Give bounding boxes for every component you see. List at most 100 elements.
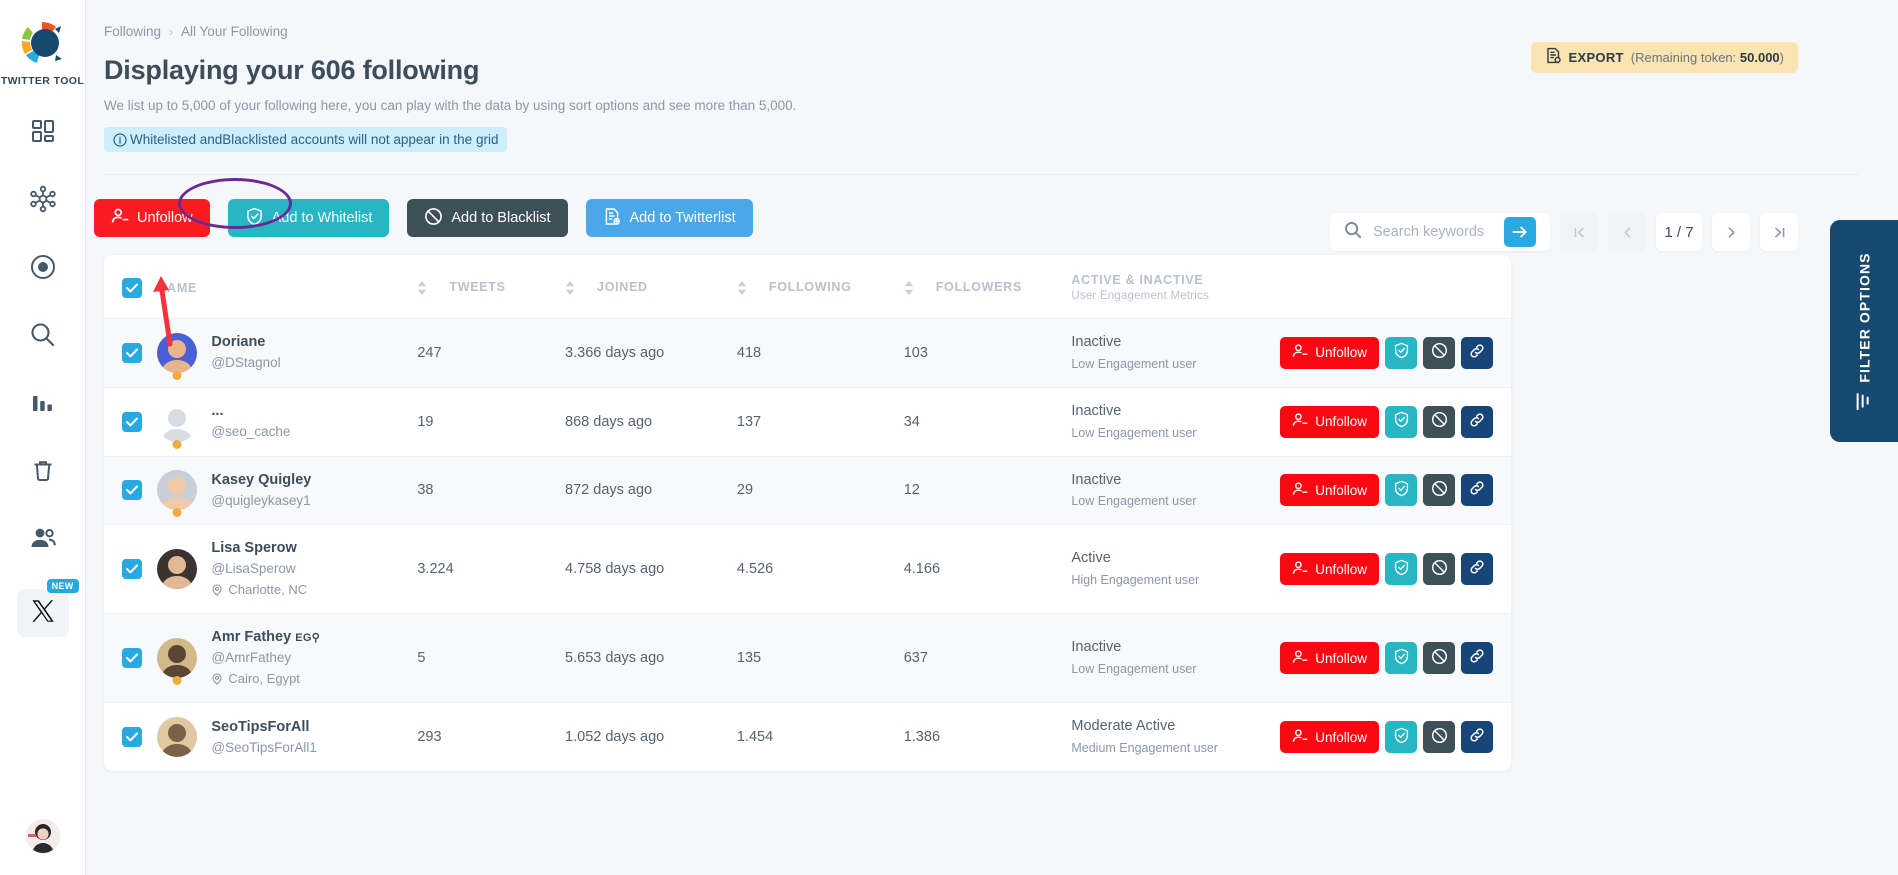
pagination-current-page: 1 / 7 — [1656, 213, 1702, 251]
row-add-whitelist-button[interactable] — [1385, 474, 1417, 507]
row-unfollow-button[interactable]: Unfollow — [1280, 553, 1379, 586]
row-add-whitelist-button[interactable] — [1385, 405, 1417, 438]
avatar[interactable] — [157, 470, 198, 511]
bulk-unfollow-button[interactable]: Unfollow — [94, 199, 210, 237]
row-following: 137 — [736, 413, 762, 430]
status-dot — [172, 508, 182, 518]
avatar[interactable] — [157, 401, 198, 442]
row-unfollow-button[interactable]: Unfollow — [1280, 405, 1379, 438]
row-add-blacklist-button[interactable] — [1423, 553, 1455, 586]
export-button[interactable]: EXPORT (Remaining token: 50.000) — [1530, 42, 1798, 73]
row-checkbox[interactable] — [122, 648, 142, 669]
row-add-blacklist-button[interactable] — [1423, 405, 1455, 438]
pagination-next-button[interactable] — [1712, 213, 1750, 251]
table-header: NAME TWEETS JOINED FOLLOWING FOLLOWERS A… — [104, 255, 1511, 319]
user-display-name[interactable]: Lisa Sperow — [211, 538, 307, 559]
sort-icon-followers[interactable] — [904, 280, 914, 295]
search-submit-button[interactable] — [1504, 217, 1536, 247]
sort-icon-tweets[interactable] — [417, 280, 427, 295]
avatar[interactable] — [157, 332, 198, 373]
row-add-whitelist-button[interactable] — [1385, 642, 1417, 675]
user-handle[interactable]: @AmrFathey — [211, 648, 320, 668]
pagination-last-button[interactable] — [1760, 213, 1798, 251]
breadcrumb-parent[interactable]: Following — [104, 24, 161, 39]
sidebar-item-target[interactable] — [19, 249, 67, 289]
row-add-blacklist-button[interactable] — [1423, 721, 1455, 754]
row-actions-cell: Unfollow — [1280, 703, 1511, 771]
user-handle[interactable]: @LisaSperow — [211, 559, 307, 579]
user-avatar[interactable] — [25, 819, 60, 853]
row-checkbox[interactable] — [122, 480, 142, 501]
breadcrumb-current[interactable]: All Your Following — [181, 24, 288, 39]
bulk-add-blacklist-button[interactable]: Add to Blacklist — [407, 199, 568, 237]
row-open-profile-button[interactable] — [1461, 405, 1493, 438]
row-open-profile-button[interactable] — [1461, 553, 1493, 586]
bulk-add-whitelist-button[interactable]: Add to Whitelist — [227, 199, 390, 237]
following-table-element: NAME TWEETS JOINED FOLLOWING FOLLOWERS A… — [104, 255, 1511, 771]
export-file-icon — [1545, 47, 1562, 69]
row-actions-cell: Unfollow — [1280, 614, 1511, 703]
row-unfollow-button[interactable]: Unfollow — [1280, 474, 1379, 507]
th-name[interactable]: NAME — [157, 255, 417, 319]
bulk-add-twitterlist-button[interactable]: Add to Twitterlist — [585, 199, 753, 237]
user-display-name[interactable]: Amr Fathey EG⚲ — [211, 627, 320, 648]
sidebar-item-audience[interactable] — [19, 521, 67, 561]
select-all-checkbox[interactable] — [122, 277, 142, 298]
row-unfollow-button[interactable]: Unfollow — [1280, 336, 1379, 369]
row-add-whitelist-button[interactable] — [1385, 553, 1417, 586]
sidebar-item-cleanup[interactable] — [19, 453, 67, 493]
th-actions — [1280, 255, 1511, 319]
sort-icon-following[interactable] — [737, 280, 747, 295]
row-add-whitelist-button[interactable] — [1385, 721, 1417, 754]
user-display-name[interactable]: SeoTipsForAll — [211, 717, 317, 738]
user-handle[interactable]: @DStagnol — [211, 353, 280, 373]
link-icon — [1469, 727, 1485, 747]
sidebar-item-x-platform[interactable]: NEW — [16, 579, 79, 637]
row-open-profile-button[interactable] — [1461, 474, 1493, 507]
th-joined[interactable]: JOINED — [565, 255, 737, 319]
pagination-prev-button[interactable] — [1608, 213, 1646, 251]
th-tweets[interactable]: TWEETS — [417, 255, 565, 319]
export-token-value: 50.000 — [1739, 50, 1780, 65]
user-handle[interactable]: @SeoTipsForAll1 — [211, 738, 317, 758]
avatar[interactable] — [157, 549, 198, 590]
user-handle[interactable]: @seo_cache — [211, 422, 290, 442]
brand[interactable]: TWITTER TOOL — [1, 16, 84, 87]
user-info: Kasey Quigley @quigleykasey1 — [211, 470, 311, 511]
row-checkbox[interactable] — [122, 727, 142, 748]
search-icon — [1344, 221, 1362, 244]
person-minus-icon — [1292, 412, 1308, 431]
avatar[interactable] — [157, 638, 198, 679]
search-box[interactable] — [1330, 213, 1550, 251]
row-add-blacklist-button[interactable] — [1423, 642, 1455, 675]
search-input[interactable] — [1373, 224, 1491, 240]
sidebar-item-search[interactable] — [19, 317, 67, 357]
brand-label: TWITTER TOOL — [0, 75, 85, 87]
user-display-name[interactable]: ... — [211, 401, 290, 422]
row-actions-cell: Unfollow — [1280, 525, 1511, 614]
sort-icon-joined[interactable] — [565, 280, 575, 295]
pagination-first-button[interactable] — [1560, 213, 1598, 251]
row-add-blacklist-button[interactable] — [1423, 474, 1455, 507]
th-following[interactable]: FOLLOWING — [737, 255, 904, 319]
row-checkbox[interactable] — [122, 342, 142, 363]
row-unfollow-button[interactable]: Unfollow — [1280, 642, 1379, 675]
sidebar-item-dashboard[interactable] — [19, 113, 67, 153]
row-unfollow-button[interactable]: Unfollow — [1280, 721, 1379, 754]
link-icon — [1469, 343, 1485, 363]
th-followers[interactable]: FOLLOWERS — [904, 255, 1072, 319]
row-open-profile-button[interactable] — [1461, 336, 1493, 369]
row-open-profile-button[interactable] — [1461, 642, 1493, 675]
row-checkbox[interactable] — [122, 411, 142, 432]
sidebar-item-network[interactable] — [19, 181, 67, 221]
sidebar-item-analytics[interactable] — [19, 385, 67, 425]
row-add-blacklist-button[interactable] — [1423, 336, 1455, 369]
user-display-name[interactable]: Doriane — [211, 332, 280, 353]
filter-options-tab[interactable]: FILTER OPTIONS — [1830, 220, 1898, 442]
user-handle[interactable]: @quigleykasey1 — [211, 491, 311, 511]
avatar[interactable] — [157, 717, 198, 758]
row-open-profile-button[interactable] — [1461, 721, 1493, 754]
user-display-name[interactable]: Kasey Quigley — [211, 470, 311, 491]
row-checkbox[interactable] — [122, 559, 142, 580]
row-add-whitelist-button[interactable] — [1385, 336, 1417, 369]
